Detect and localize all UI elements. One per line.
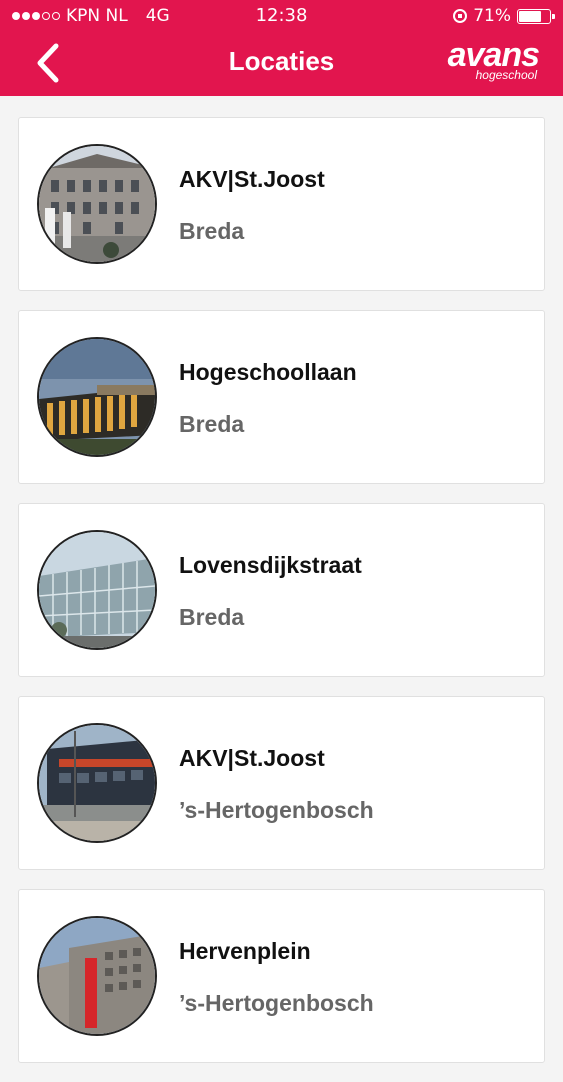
- battery-percent: 71%: [473, 6, 511, 26]
- building-photo-icon: [37, 337, 157, 457]
- location-city: Breda: [179, 218, 245, 244]
- building-photo-icon: [37, 530, 157, 650]
- battery-icon: [517, 8, 555, 24]
- location-city: ’s-Hertogenbosch: [179, 990, 374, 1016]
- location-name: Hervenplein: [179, 938, 311, 964]
- location-card[interactable]: AKV|St.Joost Breda: [18, 117, 545, 291]
- rotation-lock-icon: [453, 9, 468, 23]
- nav-bar: Locaties avans hogeschool: [0, 32, 563, 96]
- location-name: AKV|St.Joost: [179, 166, 325, 192]
- location-city: ’s-Hertogenbosch: [179, 797, 374, 823]
- locations-list: AKV|St.Joost Breda Hogeschoollaan Breda: [18, 117, 545, 1082]
- building-photo-icon: [37, 723, 157, 843]
- building-photo-icon: [37, 916, 157, 1036]
- building-photo-icon: [37, 144, 157, 264]
- location-card[interactable]: Hervenplein ’s-Hertogenbosch: [18, 889, 545, 1063]
- location-name: Lovensdijkstraat: [179, 552, 362, 578]
- location-name: Hogeschoollaan: [179, 359, 357, 385]
- logo-word: avans: [447, 36, 540, 74]
- location-card[interactable]: Hogeschoollaan Breda: [18, 310, 545, 484]
- location-city: Breda: [179, 604, 245, 630]
- location-name: AKV|St.Joost: [179, 745, 325, 771]
- location-card[interactable]: Lovensdijkstraat Breda: [18, 503, 545, 677]
- app-header: KPN NL 4G 12:38 71% Locaties avans hoges…: [0, 0, 563, 96]
- avans-logo: avans hogeschool: [447, 36, 540, 82]
- status-bar: KPN NL 4G 12:38 71%: [0, 0, 563, 32]
- location-city: Breda: [179, 411, 245, 437]
- location-card[interactable]: AKV|St.Joost ’s-Hertogenbosch: [18, 696, 545, 870]
